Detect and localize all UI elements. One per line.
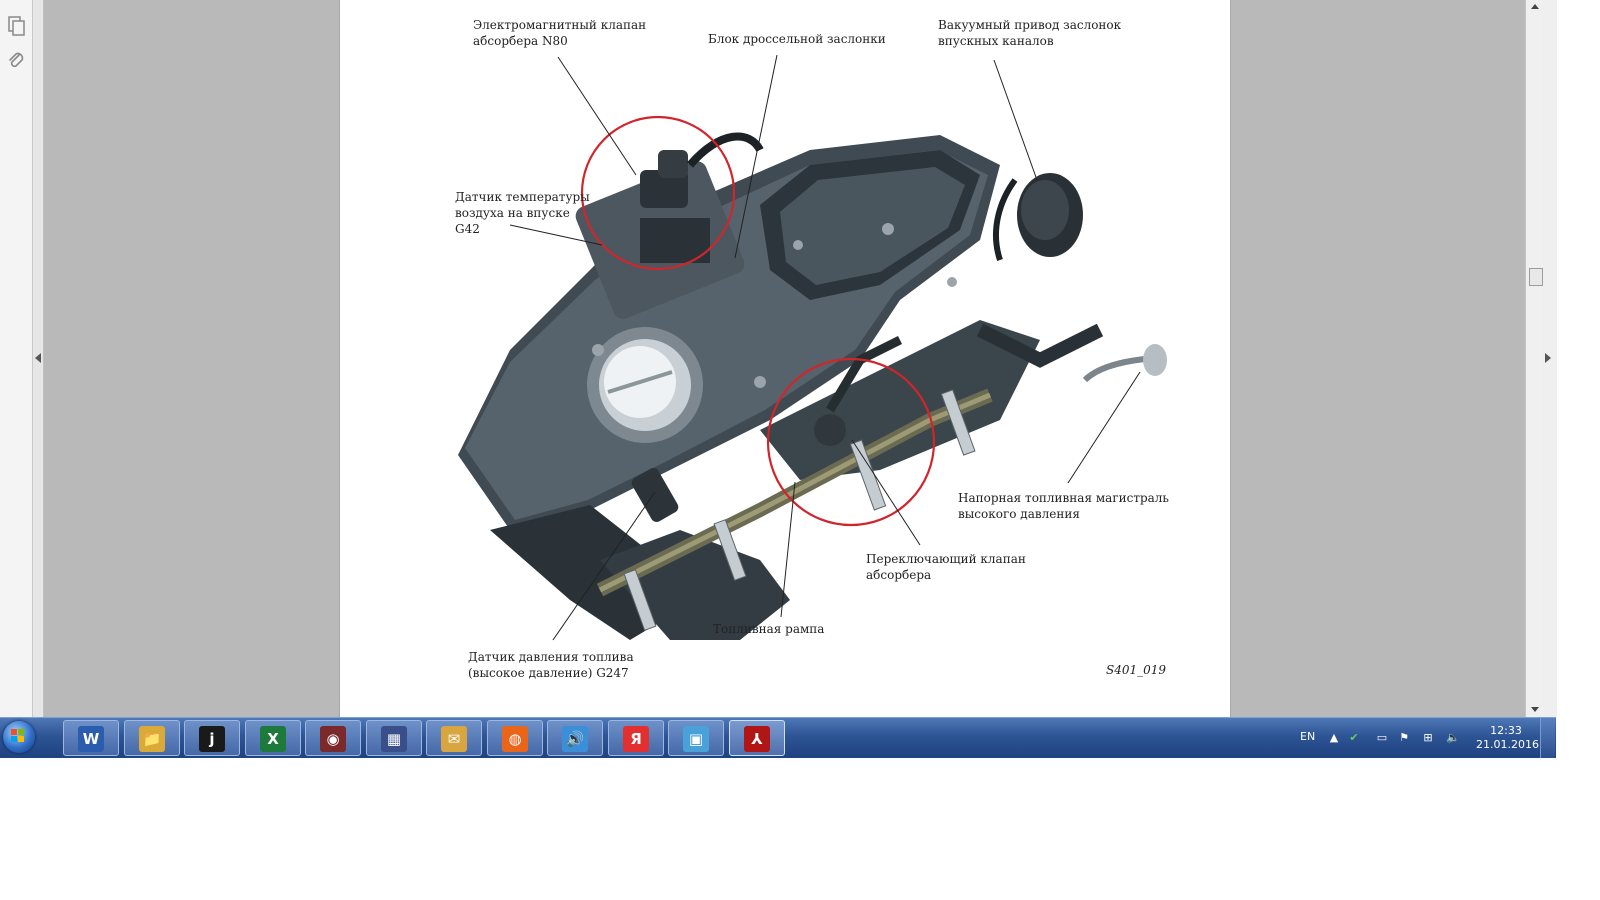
label-line: Датчик давления топлива [468,650,634,664]
taskbar-image-viewer-button[interactable]: ▣ [668,720,724,756]
pages-icon[interactable] [5,15,27,37]
label-fuel-rail: Топливная рампа [713,621,824,637]
taskbar-firefox-button[interactable]: ◍ [487,720,543,756]
j-app-icon: j [199,726,225,752]
label-line: (высокое давление) G247 [468,666,629,680]
scroll-down-icon[interactable] [1531,707,1539,712]
label-fuel-pressure-sensor: Датчик давления топлива (высокое давлени… [468,649,634,681]
clock-date: 21.01.2016 [1476,738,1539,751]
taskbar-excel-button[interactable]: X [245,720,301,756]
label-vacuum-actuator: Вакуумный привод заслонок впускных канал… [938,17,1121,49]
taskbar-sound-app-button[interactable]: 🔊 [547,720,603,756]
taskbar-j-app-button[interactable]: j [184,720,240,756]
sound-app-icon: 🔊 [562,726,588,752]
windows-icon[interactable]: ⊞ [1422,732,1434,744]
scrollbar-thumb[interactable] [1529,268,1543,286]
figure-id: S401_019 [1106,663,1167,677]
label-line: Переключающий клапан [866,552,1026,566]
label-intake-temp-sensor: Датчик температуры воздуха на впуске G42 [455,189,590,237]
label-line: высокого давления [958,507,1080,521]
label-line: Напорная топливная магистраль [958,491,1169,505]
collapse-right-icon[interactable] [1545,353,1551,363]
collapse-left-icon[interactable] [35,353,41,363]
taskbar-word-button[interactable]: W [63,720,119,756]
label-line: абсорбера N80 [473,34,568,48]
image-viewer-icon: ▣ [683,726,709,752]
label-line: Топливная рампа [713,622,825,636]
taskbar-network-app-button[interactable]: ▦ [366,720,422,756]
show-desktop-button[interactable] [1540,718,1555,758]
show-hidden-icon[interactable]: ▲ [1328,732,1340,744]
taskbar-mail-app-button[interactable]: ✉ [426,720,482,756]
yandex-icon: Я [623,726,649,752]
label-absorber-valve-n80: Электромагнитный клапан абсорбера N80 [473,17,646,49]
label-throttle-block: Блок дроссельной заслонки [708,31,886,47]
system-tray: EN ▲ ✔ ▭ ⚑ ⊞ 🔈 12:33 21.01.2016 [1296,718,1539,758]
taskbar: W 📁 j X ◉ ▦ ✉ ◍ 🔊 Я ▣ ⅄ EN ▲ ✔ ▭ ⚑ ⊞ 🔈 12:33 21.01.… [0,717,1556,758]
label-line: Вакуумный привод заслонок [938,18,1122,32]
engine-illustration [458,54,1167,641]
label-line: Электромагнитный клапан [473,18,647,32]
label-line: абсорбера [866,568,932,582]
label-line: впускных каналов [938,34,1054,48]
navigation-panel [0,0,33,717]
file-explorer-icon: 📁 [139,726,165,752]
label-high-pressure-line: Напорная топливная магистраль высокого д… [958,490,1169,522]
language-indicator[interactable]: EN [1300,730,1315,743]
label-line: Блок дроссельной заслонки [708,32,886,46]
volume-icon[interactable]: 🔈 [1446,732,1460,744]
clock[interactable]: 12:33 21.01.2016 [1476,724,1539,752]
attachment-icon[interactable] [5,50,27,72]
taskbar-yandex-button[interactable]: Я [608,720,664,756]
taskbar-adobe-reader-button[interactable]: ⅄ [729,720,785,756]
start-button[interactable] [0,718,40,758]
label-line: Датчик температуры [455,190,590,204]
flag-icon[interactable]: ⚑ [1398,732,1410,744]
network-icon[interactable]: ▭ [1376,732,1388,744]
label-absorber-switch-valve: Переключающий клапан абсорбера [866,551,1026,583]
security-icon[interactable]: ✔ [1348,732,1360,744]
vertical-scrollbar[interactable] [1528,12,1542,704]
taskbar-file-explorer-button[interactable]: 📁 [124,720,180,756]
firefox-icon: ◍ [502,726,528,752]
windows-logo-icon [11,729,25,743]
pdf-viewer-window: Электромагнитный клапан абсорбера N80 Бл… [0,0,1557,717]
mail-app-icon: ✉ [441,726,467,752]
clock-time: 12:33 [1490,724,1522,737]
word-icon: W [78,726,104,752]
document-page: Электромагнитный клапан абсорбера N80 Бл… [340,0,1230,717]
network-app-icon: ▦ [381,726,407,752]
adobe-reader-icon: ⅄ [744,726,770,752]
media-app-icon: ◉ [320,726,346,752]
excel-icon: X [260,726,286,752]
label-line: воздуха на впуске [455,206,570,220]
taskbar-media-app-button[interactable]: ◉ [305,720,361,756]
label-line: G42 [455,222,480,236]
scroll-up-icon[interactable] [1531,4,1539,9]
